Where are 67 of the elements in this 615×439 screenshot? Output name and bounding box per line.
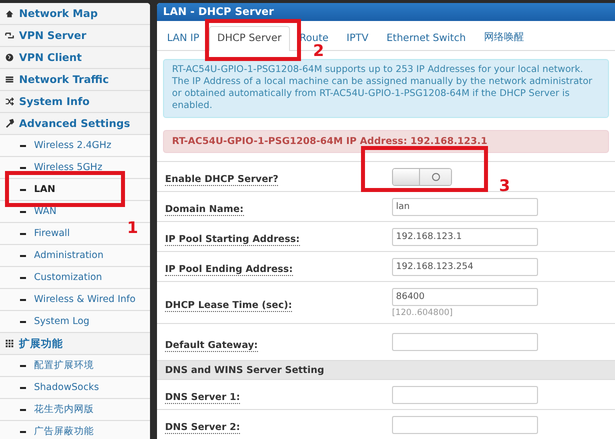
sidebar-item[interactable]: 配置扩展环境	[0, 355, 150, 377]
sidebar-item[interactable]: 广告屏蔽功能	[0, 421, 150, 439]
connector-icon	[5, 31, 14, 40]
annotation-number: 1	[127, 220, 138, 236]
panel-title: LAN - DHCP Server	[157, 3, 615, 21]
dash-icon	[20, 232, 26, 234]
dash-icon	[20, 386, 26, 388]
home-icon	[5, 9, 14, 18]
range-hint: [120..604800]	[392, 308, 454, 318]
dash-icon	[20, 210, 26, 212]
input-field[interactable]: 192.168.123.1	[392, 228, 538, 246]
sidebar-item[interactable]: System Info	[0, 91, 150, 113]
dash-icon	[20, 320, 26, 322]
tab[interactable]: IPTV	[338, 26, 376, 50]
input-field[interactable]: 192.168.123.254	[392, 258, 538, 276]
globe-icon	[5, 53, 14, 62]
dash-icon	[20, 188, 26, 190]
sidebar-item[interactable]: Administration	[0, 245, 150, 267]
input-field[interactable]	[392, 333, 538, 351]
input-field[interactable]	[392, 416, 538, 434]
ip-address-alert: RT-AC54U-GPIO-1-PSG1208-64M IP Address: 192.168.123.1	[163, 130, 609, 153]
field-label: DHCP Lease Time (sec):	[165, 300, 292, 312]
sidebar-item[interactable]: 扩展功能	[0, 333, 150, 355]
dash-icon	[20, 298, 26, 300]
field-label: Enable DHCP Server?	[165, 174, 278, 186]
dash-icon	[20, 364, 26, 366]
tab[interactable]: 网络唤醒	[476, 23, 532, 50]
field-label: Default Gateway:	[165, 340, 258, 352]
sidebar-item[interactable]: 花生壳内网版	[0, 399, 150, 421]
tab[interactable]: DHCP Server	[209, 26, 290, 51]
sidebar-item[interactable]: Wireless & Wired Info	[0, 289, 150, 311]
sidebar-item[interactable]: Customization	[0, 267, 150, 289]
sidebar-item[interactable]: VPN Server	[0, 25, 150, 47]
section-header: DNS and WINS Server Setting	[157, 360, 615, 379]
tab[interactable]: LAN IP	[159, 26, 208, 50]
sidebar-item[interactable]: VPN Client	[0, 47, 150, 69]
toggle-switch[interactable]	[392, 168, 452, 186]
dash-icon	[20, 144, 26, 146]
field-label: DNS Server 2:	[165, 422, 240, 434]
sidebar-item[interactable]: System Log	[0, 311, 150, 333]
sidebar-item[interactable]: Advanced Settings	[0, 113, 150, 135]
dash-icon	[20, 276, 26, 278]
tab[interactable]: Ethernet Switch	[378, 26, 474, 50]
field-label: IP Pool Ending Address:	[165, 264, 293, 276]
sidebar-item[interactable]: ShadowSocks	[0, 377, 150, 399]
sidebar-item[interactable]: Wireless 2.4GHz	[0, 135, 150, 157]
sidebar-item[interactable]: LAN	[0, 179, 150, 201]
field-label: Domain Name:	[165, 204, 244, 216]
sidebar-item[interactable]: Network Map	[0, 3, 150, 25]
field-label: IP Pool Starting Address:	[165, 234, 300, 246]
grid-icon	[5, 339, 14, 348]
input-field[interactable]: 86400	[392, 288, 538, 306]
annotation-number: 2	[313, 43, 324, 59]
list-icon	[5, 75, 14, 84]
shuffle-icon	[5, 97, 14, 106]
info-message: RT-AC54U-GPIO-1-PSG1208-64M supports up to 253 IP Addresses for your local network. The IP Address of a local machine can be assigned manually by the network administrator or obtained automatically from RT-AC54U-GPIO-1-PSG1208-64M if the DHCP Server is enabled.	[163, 59, 609, 118]
dash-icon	[20, 430, 26, 432]
sidebar-item[interactable]: Network Traffic	[0, 69, 150, 91]
field-label: DNS Server 1:	[165, 392, 240, 404]
dash-icon	[20, 166, 26, 168]
input-field[interactable]	[392, 386, 538, 404]
dash-icon	[20, 408, 26, 410]
wrench-icon	[5, 119, 14, 128]
annotation-number: 3	[499, 178, 510, 194]
circle-icon	[432, 172, 440, 180]
dash-icon	[20, 254, 26, 256]
input-field[interactable]: lan	[392, 198, 538, 216]
